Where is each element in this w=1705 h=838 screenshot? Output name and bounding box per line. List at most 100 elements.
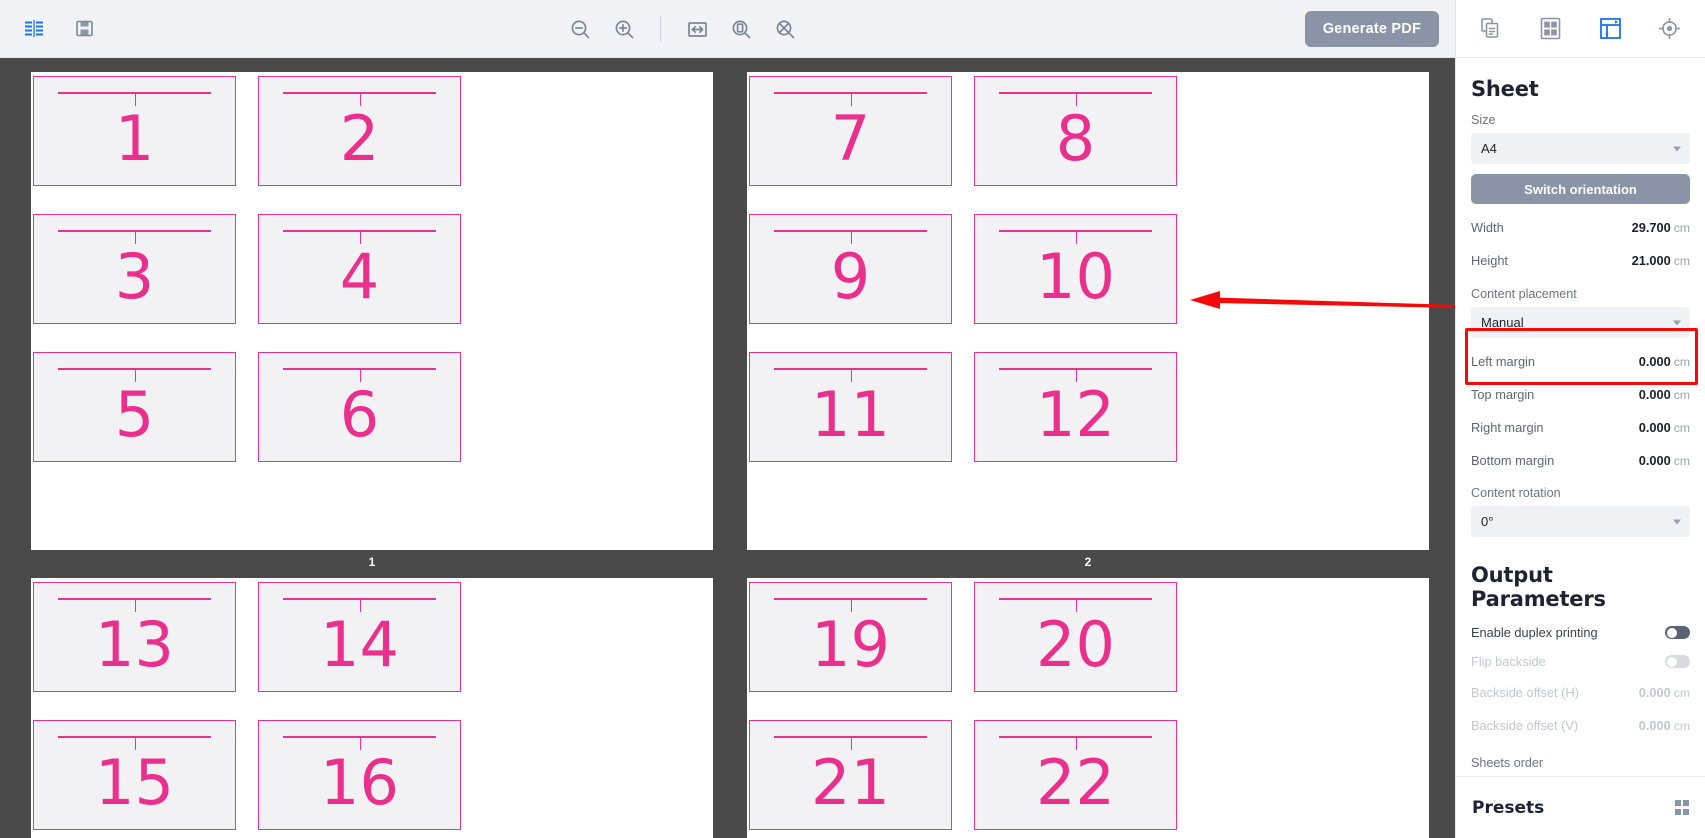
sheet-page[interactable]: 1 2 3 4 5 6	[31, 72, 713, 550]
content-cell[interactable]: 6	[258, 352, 461, 462]
tab-sheet[interactable]	[1588, 8, 1632, 50]
content-cell[interactable]: 15	[33, 720, 236, 830]
cell-tick	[134, 368, 136, 382]
toolbar-zoom-group	[560, 0, 805, 58]
content-placement-label: Content placement	[1471, 287, 1577, 301]
right-margin-row: Right margin 0.000 cm	[1471, 419, 1690, 437]
cell-tick	[359, 92, 361, 106]
duplex-row: Enable duplex printing	[1471, 625, 1690, 640]
content-cell[interactable]: 5	[33, 352, 236, 462]
left-margin-row: Left margin 0.000 cm	[1471, 353, 1690, 371]
chevron-down-icon	[1673, 146, 1681, 151]
sheet-cell-grid: 131415161718	[33, 582, 461, 838]
sheet-block[interactable]: 1 2 3 4 5 6 1	[31, 72, 713, 578]
flip-backside-row: Flip backside	[1471, 654, 1690, 669]
sheet-page[interactable]: 7 8 9 10 11 12	[747, 72, 1429, 550]
cell-number: 22	[1036, 746, 1115, 819]
width-label: Width	[1471, 220, 1504, 235]
content-cell[interactable]: 19	[749, 582, 952, 692]
content-placement-select[interactable]: Manual	[1471, 307, 1690, 338]
sheet-row: 13141516171831920212223244	[0, 578, 1455, 838]
sheet-block[interactable]: 1314151617183	[31, 578, 713, 838]
save-icon[interactable]	[64, 9, 104, 49]
sheets-container: 1234561789101112213141516171831920212223…	[0, 58, 1455, 838]
content-cell[interactable]: 1	[33, 76, 236, 186]
zoom-out-icon[interactable]	[560, 9, 600, 49]
cell-number: 9	[830, 240, 871, 313]
chevron-down-icon	[1673, 320, 1681, 325]
cell-tick	[850, 92, 852, 106]
sheet-row: 1 2 3 4 5 6 1 7 8 9 10 11 12 2	[0, 72, 1455, 578]
content-cell[interactable]: 22	[974, 720, 1177, 830]
flip-backside-toggle[interactable]	[1665, 655, 1690, 668]
fit-all-icon[interactable]	[765, 9, 805, 49]
content-cell[interactable]: 3	[33, 214, 236, 324]
width-unit: cm	[1673, 221, 1690, 235]
top-margin-value: 0.000	[1638, 387, 1671, 402]
cell-tick	[134, 598, 136, 612]
content-cell[interactable]: 7	[749, 76, 952, 186]
cell-number: 7	[830, 102, 871, 175]
content-cell[interactable]: 20	[974, 582, 1177, 692]
toolbar-divider	[660, 16, 661, 42]
zoom-in-icon[interactable]	[604, 9, 644, 49]
content-cell[interactable]: 21	[749, 720, 952, 830]
content-rotation-group: Content rotation 0°	[1471, 486, 1690, 537]
left-margin-unit: cm	[1673, 355, 1690, 369]
duplex-toggle[interactable]	[1665, 626, 1690, 639]
cell-tick	[1075, 230, 1077, 244]
content-cell[interactable]: 4	[258, 214, 461, 324]
content-cell[interactable]: 10	[974, 214, 1177, 324]
width-value: 29.700	[1631, 220, 1671, 235]
sheet-block[interactable]: 1920212223244	[747, 578, 1429, 838]
backside-h-row: Backside offset (H) 0.000 cm	[1471, 684, 1690, 702]
tab-layout[interactable]	[1529, 8, 1573, 50]
cell-tick	[359, 736, 361, 750]
content-cell[interactable]: 2	[258, 76, 461, 186]
cell-number: 20	[1036, 608, 1115, 681]
cell-number: 4	[339, 240, 380, 313]
toolbar-left-group	[0, 9, 104, 49]
size-select[interactable]: A4	[1471, 133, 1690, 164]
content-cell[interactable]: 9	[749, 214, 952, 324]
cell-tick	[359, 368, 361, 382]
presets-grid-icon[interactable]	[1674, 800, 1689, 815]
bottom-margin-label: Bottom margin	[1471, 453, 1555, 468]
cell-tick	[359, 598, 361, 612]
generate-pdf-button[interactable]: Generate PDF	[1304, 10, 1439, 47]
cell-number: 16	[320, 746, 399, 819]
cell-tick	[134, 736, 136, 750]
tab-documents[interactable]	[1470, 8, 1514, 50]
backside-v-row: Backside offset (V) 0.000 cm	[1471, 717, 1690, 735]
cell-number: 1	[114, 102, 155, 175]
backside-v-label: Backside offset (V)	[1471, 718, 1579, 733]
cell-number: 10	[1036, 240, 1115, 313]
sheet-block[interactable]: 7 8 9 10 11 12 2	[747, 72, 1429, 578]
panel-body: Sheet Size A4 Switch orientation Width 2…	[1456, 58, 1705, 776]
tab-marks[interactable]	[1647, 8, 1691, 50]
content-cell[interactable]: 13	[33, 582, 236, 692]
cell-tick	[850, 368, 852, 382]
content-cell[interactable]: 14	[258, 582, 461, 692]
fit-width-icon[interactable]	[677, 9, 717, 49]
cell-tick	[850, 736, 852, 750]
content-placement-group: Content placement Manual	[1471, 287, 1690, 338]
content-cell[interactable]: 12	[974, 352, 1177, 462]
sheet-page[interactable]: 192021222324	[747, 578, 1429, 838]
split-view-icon[interactable]	[14, 9, 54, 49]
backside-h-unit: cm	[1673, 686, 1690, 700]
content-cell[interactable]: 11	[749, 352, 952, 462]
sheet-page[interactable]: 131415161718	[31, 578, 713, 838]
switch-orientation-button[interactable]: Switch orientation	[1471, 174, 1690, 204]
backside-h-label: Backside offset (H)	[1471, 685, 1579, 700]
content-rotation-select[interactable]: 0°	[1471, 506, 1690, 537]
fit-page-icon[interactable]	[721, 9, 761, 49]
cell-number: 2	[339, 102, 380, 175]
sheets-canvas[interactable]: 1234561789101112213141516171831920212223…	[0, 58, 1455, 838]
backside-v-unit: cm	[1673, 719, 1690, 733]
cell-tick	[850, 230, 852, 244]
content-cell[interactable]: 16	[258, 720, 461, 830]
right-margin-value: 0.000	[1638, 420, 1671, 435]
content-cell[interactable]: 8	[974, 76, 1177, 186]
width-row: Width 29.700 cm	[1471, 219, 1690, 237]
